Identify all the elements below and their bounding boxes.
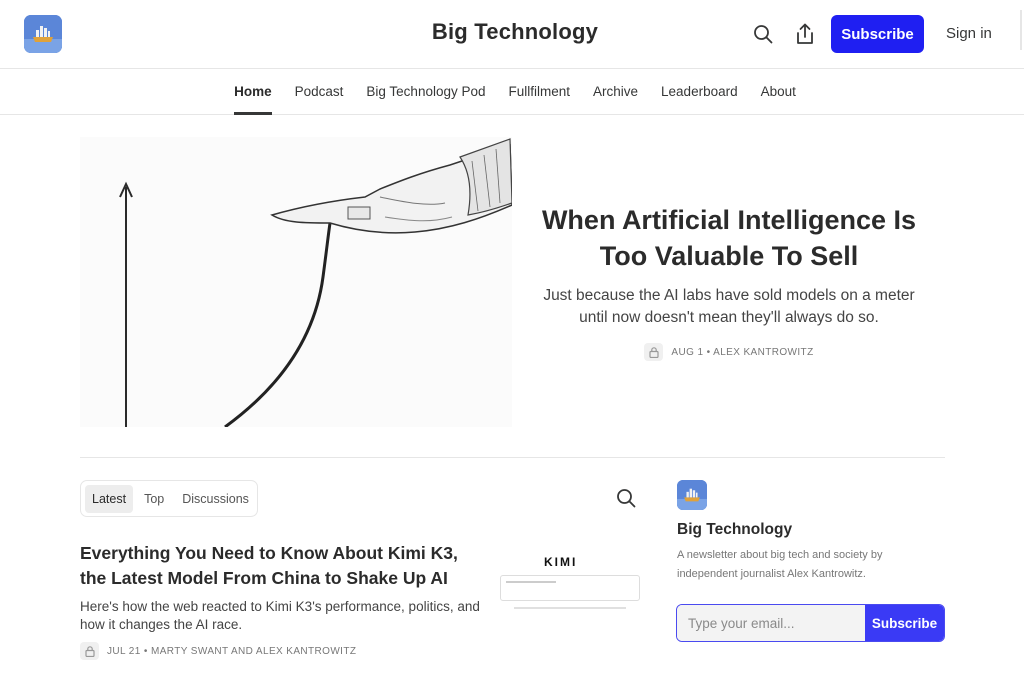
nav-item-home[interactable]: Home xyxy=(234,69,272,115)
sidebar-title: Big Technology xyxy=(677,521,793,538)
hero-meta-text: AUG 1 • ALEX KANTROWITZ xyxy=(671,346,814,358)
section-divider xyxy=(80,457,945,458)
post-title[interactable]: Everything You Need to Know About Kimi K… xyxy=(80,541,480,591)
posts-search-icon[interactable] xyxy=(616,488,638,510)
lock-icon xyxy=(80,642,99,660)
thumb-line xyxy=(514,607,626,609)
post-tabs: Latest Top Discussions xyxy=(80,480,258,517)
thumb-logo-text: KIMI xyxy=(544,555,578,569)
hero-image[interactable] xyxy=(80,137,512,427)
tab-top[interactable]: Top xyxy=(137,485,171,513)
post-item: Everything You Need to Know About Kimi K… xyxy=(80,541,480,662)
search-icon[interactable] xyxy=(751,22,775,46)
tab-latest[interactable]: Latest xyxy=(85,484,134,513)
main-nav: Home Podcast Big Technology Pod Fullfilm… xyxy=(0,69,1024,115)
hero-meta: AUG 1 • ALEX KANTROWITZ xyxy=(644,343,813,361)
subscribe-button[interactable]: Subscribe xyxy=(831,15,924,53)
thumb-line xyxy=(506,581,556,583)
hero-title[interactable]: When Artificial Intelligence Is Too Valu… xyxy=(530,202,928,274)
nav-item-fullfilment[interactable]: Fullfilment xyxy=(509,69,571,115)
email-signup-form: Subscribe xyxy=(676,604,945,642)
thumb-input-mock xyxy=(500,575,640,601)
nav-item-about[interactable]: About xyxy=(761,69,796,115)
sidebar-description: A newsletter about big tech and society … xyxy=(677,549,883,580)
sidebar-subscribe-button[interactable]: Subscribe xyxy=(865,605,944,641)
post-thumbnail[interactable]: KIMI xyxy=(496,545,644,615)
nav-item-big-technology-pod[interactable]: Big Technology Pod xyxy=(366,69,485,115)
post-meta: JUL 21 • MARTY SWANT AND ALEX KANTROWITZ xyxy=(80,642,356,660)
nav-item-podcast[interactable]: Podcast xyxy=(295,69,344,115)
email-input[interactable] xyxy=(677,605,865,641)
nav-item-leaderboard[interactable]: Leaderboard xyxy=(661,69,738,115)
lock-icon xyxy=(644,343,664,361)
window-edge-divider xyxy=(1020,10,1022,50)
nav-item-archive[interactable]: Archive xyxy=(593,69,638,115)
top-header: Big Technology Subscribe Sign in xyxy=(0,0,1024,69)
sidebar-logo[interactable] xyxy=(677,480,707,510)
hero-text-block: When Artificial Intelligence Is Too Valu… xyxy=(530,202,928,363)
hero-subtitle: Just because the AI labs have sold model… xyxy=(543,287,915,326)
tab-discussions[interactable]: Discussions xyxy=(175,485,256,513)
post-subtitle: Here's how the web reacted to Kimi K3's … xyxy=(80,599,480,632)
post-meta-text: JUL 21 • MARTY SWANT AND ALEX KANTROWITZ xyxy=(107,645,357,657)
signin-link[interactable]: Sign in xyxy=(946,25,992,42)
share-icon[interactable] xyxy=(793,22,817,46)
